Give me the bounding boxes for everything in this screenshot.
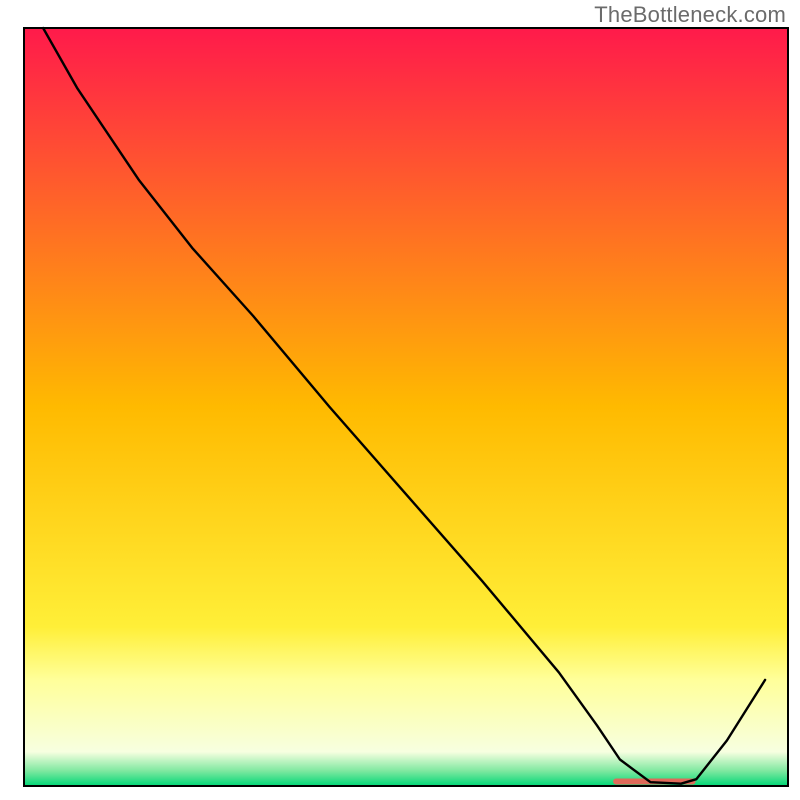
bottleneck-chart [0, 0, 800, 800]
watermark-text: TheBottleneck.com [594, 2, 786, 28]
chart-container: TheBottleneck.com [0, 0, 800, 800]
plot-background [24, 28, 788, 786]
